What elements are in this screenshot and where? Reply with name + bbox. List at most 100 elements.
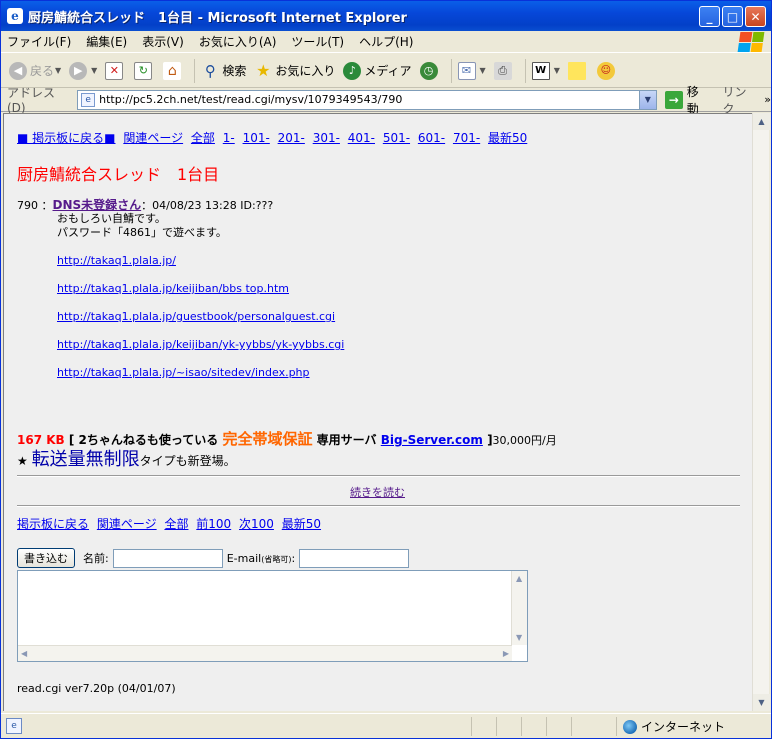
post-url-link[interactable]: http://takaq1.plala.jp/keijiban/yk-yybbs… bbox=[57, 338, 344, 352]
status-divider bbox=[546, 717, 547, 736]
address-input[interactable] bbox=[99, 93, 640, 106]
forward-arrow-icon: ▶ bbox=[69, 61, 88, 80]
mail-button[interactable]: ✉ ▼ bbox=[457, 61, 486, 80]
forward-button[interactable]: ▶ ▼ bbox=[69, 61, 97, 80]
print-button[interactable]: ⎙ bbox=[493, 61, 515, 80]
forward-dropdown-icon[interactable]: ▼ bbox=[91, 66, 97, 75]
status-bar: e インターネット bbox=[1, 713, 771, 738]
latest50-link[interactable]: 最新50 bbox=[488, 131, 527, 145]
links-chevron-icon[interactable]: » bbox=[764, 93, 771, 106]
edit-button[interactable]: W ▼ bbox=[531, 61, 560, 80]
minimize-button[interactable]: _ bbox=[699, 6, 720, 27]
scroll-down-icon[interactable]: ▼ bbox=[516, 633, 522, 642]
status-divider bbox=[616, 717, 617, 736]
divider bbox=[17, 505, 740, 507]
page-icon: e bbox=[81, 92, 96, 107]
message-textarea[interactable]: ▲ ▼ ◀ ▶ bbox=[17, 570, 528, 662]
print-icon: ⎙ bbox=[493, 61, 512, 80]
browser-window: e 厨房鯖統合スレッド 1台目 - Microsoft Internet Exp… bbox=[0, 0, 772, 739]
history-button[interactable]: ◷ bbox=[419, 61, 441, 80]
maximize-button[interactable]: □ bbox=[722, 6, 743, 27]
latest50-link-bottom[interactable]: 最新50 bbox=[282, 517, 321, 531]
security-zone: インターネット bbox=[623, 718, 725, 735]
status-divider bbox=[471, 717, 472, 736]
search-button[interactable]: ⚲ 検索 bbox=[201, 62, 247, 80]
big-server-link[interactable]: Big-Server.com bbox=[381, 433, 483, 447]
post-line: おもしろい自鯖です。 bbox=[57, 212, 166, 225]
all-link[interactable]: 全部 bbox=[191, 131, 215, 145]
close-button[interactable]: ✕ bbox=[745, 6, 766, 27]
textarea-vscrollbar[interactable]: ▲ ▼ bbox=[511, 571, 527, 645]
range-link[interactable]: 401- bbox=[348, 131, 375, 145]
range-link[interactable]: 101- bbox=[243, 131, 270, 145]
name-label: 名前: bbox=[83, 552, 109, 565]
post-url-link[interactable]: http://takaq1.plala.jp/~isao/sitedev/ind… bbox=[57, 366, 344, 380]
post-url-link[interactable]: http://takaq1.plala.jp/ bbox=[57, 254, 344, 268]
scroll-right-icon[interactable]: ▶ bbox=[503, 649, 509, 658]
post-url-link[interactable]: http://takaq1.plala.jp/keijiban/bbs top.… bbox=[57, 282, 344, 296]
scroll-left-icon[interactable]: ◀ bbox=[21, 649, 27, 658]
ad-banner-line2: ★ 転送量無制限タイプも新登場。 bbox=[17, 449, 236, 470]
menu-bar: ファイル(F) 編集(E) 表示(V) お気に入り(A) ツール(T) ヘルプ(… bbox=[1, 31, 771, 53]
address-label: アドレス(D) bbox=[7, 86, 56, 115]
all-link-bottom[interactable]: 全部 bbox=[164, 517, 188, 531]
poster-name-link[interactable]: DNS未登録さん bbox=[53, 198, 142, 212]
post-form-row: 書き込む 名前: E-mail(省略可): bbox=[17, 548, 413, 568]
home-button[interactable]: ⌂ bbox=[163, 61, 184, 80]
toolbar-separator bbox=[524, 58, 526, 83]
back-button[interactable]: ◀ 戻る ▼ bbox=[9, 61, 61, 80]
edit-dropdown-icon[interactable]: ▼ bbox=[554, 66, 560, 75]
stop-button[interactable]: ✕ bbox=[105, 61, 126, 80]
scroll-up-icon[interactable]: ▲ bbox=[516, 574, 522, 583]
messenger-button[interactable]: ☺ bbox=[596, 61, 618, 80]
board-back-link[interactable]: ■ 掲示板に戻る■ bbox=[17, 131, 116, 145]
thread-title: 厨房鯖統合スレッド 1台目 bbox=[17, 165, 220, 184]
read-more-link[interactable]: 続きを読む bbox=[350, 484, 405, 500]
back-dropdown-icon[interactable]: ▼ bbox=[55, 66, 61, 75]
mail-dropdown-icon[interactable]: ▼ bbox=[480, 66, 486, 75]
related-link[interactable]: 関連ページ bbox=[123, 131, 183, 145]
media-button[interactable]: ♪ メディア bbox=[343, 61, 412, 80]
post-url-link[interactable]: http://takaq1.plala.jp/guestbook/persona… bbox=[57, 310, 344, 324]
email-input[interactable] bbox=[299, 548, 410, 568]
address-dropdown-icon[interactable]: ▼ bbox=[638, 90, 656, 109]
range-link[interactable]: 1- bbox=[223, 131, 235, 145]
range-link[interactable]: 301- bbox=[313, 131, 340, 145]
page-status-icon: e bbox=[6, 718, 22, 734]
prev100-link[interactable]: 前100 bbox=[196, 517, 231, 531]
ie-logo-icon: e bbox=[7, 8, 23, 24]
name-input[interactable] bbox=[112, 548, 223, 568]
range-link[interactable]: 601- bbox=[418, 131, 445, 145]
bottom-nav: 掲示板に戻る 関連ページ 全部 前100 次100 最新50 bbox=[17, 515, 325, 532]
scroll-up-icon[interactable]: ▲ bbox=[753, 113, 770, 130]
stop-icon: ✕ bbox=[105, 61, 124, 80]
window-title: 厨房鯖統合スレッド 1台目 - Microsoft Internet Explo… bbox=[28, 10, 407, 26]
address-bar: アドレス(D) e ▼ →移動 リンク » bbox=[1, 85, 771, 116]
refresh-button[interactable]: ↻ bbox=[134, 61, 155, 80]
discuss-button[interactable] bbox=[567, 61, 589, 80]
range-link[interactable]: 501- bbox=[383, 131, 410, 145]
address-field[interactable]: e ▼ bbox=[77, 89, 657, 110]
textarea-hscrollbar[interactable]: ◀ ▶ bbox=[18, 645, 512, 661]
links-button[interactable]: リンク bbox=[723, 83, 759, 117]
menu-file[interactable]: ファイル(F) bbox=[7, 33, 71, 50]
go-button[interactable]: → 移動 bbox=[664, 83, 711, 117]
menu-tools[interactable]: ツール(T) bbox=[291, 33, 344, 50]
title-bar[interactable]: e 厨房鯖統合スレッド 1台目 - Microsoft Internet Exp… bbox=[1, 1, 771, 31]
windows-logo-icon bbox=[737, 32, 765, 52]
range-link[interactable]: 701- bbox=[453, 131, 480, 145]
next100-link[interactable]: 次100 bbox=[239, 517, 274, 531]
submit-post-button[interactable]: 書き込む bbox=[17, 548, 75, 568]
range-link[interactable]: 201- bbox=[278, 131, 305, 145]
menu-help[interactable]: ヘルプ(H) bbox=[359, 33, 413, 50]
menu-favorites[interactable]: お気に入り(A) bbox=[199, 33, 277, 50]
menu-view[interactable]: 表示(V) bbox=[142, 33, 184, 50]
back-arrow-icon: ◀ bbox=[9, 61, 27, 80]
favorites-button[interactable]: ★ お気に入り bbox=[254, 61, 335, 80]
page-vscrollbar[interactable]: ▲ ▼ bbox=[752, 113, 770, 711]
board-back-link-bottom[interactable]: 掲示板に戻る bbox=[17, 517, 89, 531]
version-text: read.cgi ver7.20p (04/01/07) bbox=[17, 682, 176, 695]
menu-edit[interactable]: 編集(E) bbox=[86, 33, 127, 50]
related-link-bottom[interactable]: 関連ページ bbox=[97, 517, 157, 531]
scroll-down-icon[interactable]: ▼ bbox=[753, 694, 770, 711]
